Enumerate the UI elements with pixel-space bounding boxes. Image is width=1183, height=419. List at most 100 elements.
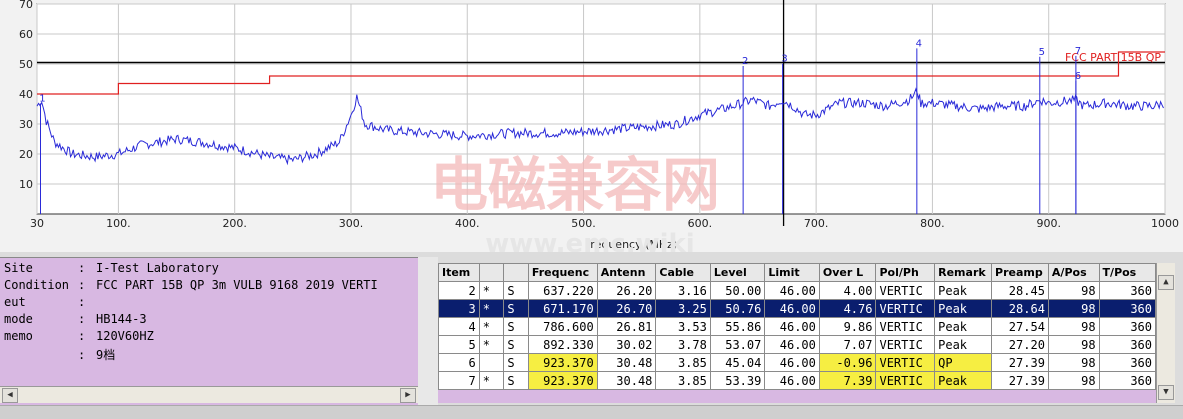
table-cell-remark: QP [934, 353, 993, 372]
table-cell-preamp: 27.39 [991, 371, 1049, 390]
column-header[interactable]: Antenn [596, 263, 657, 282]
marker-label: 5 [1039, 47, 1045, 58]
column-header[interactable]: Preamp [991, 263, 1049, 282]
x-tick-label: 1000 [1151, 217, 1179, 230]
table-cell-item: 5 [438, 335, 480, 354]
table-cell-remark: Peak [934, 281, 993, 300]
table-cell-mark: * [478, 281, 505, 300]
spectrum-plot-area: 70 60 50 40 30 20 10 30 100. 200. 300. 400. 500. 600.… [0, 0, 1183, 252]
table-header-row: Item Frequenc Antenn Cable Level Limit Over LP… [438, 263, 1157, 282]
column-header[interactable] [478, 263, 505, 282]
table-cell-limit: 46.00 [764, 281, 820, 300]
column-header[interactable]: T/Pos [1098, 263, 1157, 282]
column-header[interactable]: A/Pos [1047, 263, 1100, 282]
table-cell-item: 6 [438, 353, 480, 372]
table-cell-over: 7.07 [818, 335, 877, 354]
table-cell-over: -0.96 [818, 353, 877, 372]
table-cell-over: 4.00 [818, 281, 877, 300]
table-vertical-scrollbar[interactable]: ▲ ▼ [1156, 263, 1175, 403]
table-cell-ant: 26.81 [596, 317, 657, 336]
table-cell-remark: Peak [934, 317, 993, 336]
table-cell-over: 4.76 [818, 299, 877, 318]
column-header[interactable]: Over L [818, 263, 877, 282]
column-header[interactable]: Cable [655, 263, 711, 282]
scroll-left-icon[interactable]: ◀ [2, 388, 18, 403]
info-colon: : [78, 295, 86, 309]
table-cell-pol: VERTIC [875, 299, 936, 318]
y-tick-label: 40 [19, 88, 33, 101]
table-row[interactable]: 6 S 923.370 30.48 3.85 45.04 46.00 -0.96 VERTIC Q… [438, 353, 1157, 372]
table-cell-ant: 26.20 [596, 281, 657, 300]
watermark-en: www.emc.wiki [485, 229, 694, 252]
table-cell-level: 55.86 [709, 317, 766, 336]
panel-divider [418, 257, 438, 405]
table-cell-cable: 3.78 [655, 335, 711, 354]
info-value: I-Test Laboratory [96, 261, 219, 275]
table-cell-item: 2 [438, 281, 480, 300]
column-header[interactable] [503, 263, 529, 282]
table-cell-preamp: 27.54 [991, 317, 1049, 336]
table-cell-level: 45.04 [709, 353, 766, 372]
column-header[interactable]: Frequenc [527, 263, 598, 282]
y-tick-label: 60 [19, 28, 33, 41]
table-cell-apos: 98 [1047, 353, 1100, 372]
table-cell-cable: 3.16 [655, 281, 711, 300]
x-tick-label: 300. [339, 217, 364, 230]
column-header[interactable]: Pol/Ph [875, 263, 936, 282]
scroll-up-icon[interactable]: ▲ [1158, 275, 1174, 290]
table-cell-apos: 98 [1047, 335, 1100, 354]
table-cell-s: S [503, 317, 529, 336]
table-cell-over: 7.39 [818, 371, 877, 390]
table-row[interactable]: 7 * S 923.370 30.48 3.85 53.39 46.00 7.39 VERTIC P… [438, 371, 1157, 390]
table-row[interactable]: 3 * S 671.170 26.70 3.25 50.76 46.00 4.76 VERTIC P… [438, 299, 1157, 318]
info-value: 120V60HZ [96, 329, 154, 343]
table-cell-cable: 3.53 [655, 317, 711, 336]
info-key: eut [4, 295, 26, 309]
info-value: 9档 [96, 348, 116, 362]
column-header[interactable]: Limit [764, 263, 820, 282]
info-key: Condition [4, 278, 70, 292]
table-cell-pol: VERTIC [875, 317, 936, 336]
column-header[interactable]: Remark [934, 263, 993, 282]
table-cell-freq: 923.370 [527, 371, 598, 390]
scroll-right-icon[interactable]: ▶ [400, 388, 416, 403]
y-tick-label: 50 [19, 58, 33, 71]
table-cell-limit: 46.00 [764, 371, 820, 390]
info-colon: : [78, 348, 86, 362]
table-cell-apos: 98 [1047, 317, 1100, 336]
info-key: memo [4, 329, 33, 343]
x-tick-label: 900. [1036, 217, 1061, 230]
x-tick-label: 200. [222, 217, 247, 230]
table-row[interactable]: 4 * S 786.600 26.81 3.53 55.86 46.00 9.86 VERTIC P… [438, 317, 1157, 336]
marker-label: 3 [781, 54, 787, 65]
scroll-down-icon[interactable]: ▼ [1158, 385, 1174, 400]
table-cell-item: 4 [438, 317, 480, 336]
table-row[interactable]: 5 * S 892.330 30.02 3.78 53.07 46.00 7.07 VERTIC P… [438, 335, 1157, 354]
table-cell-tpos: 360 [1098, 371, 1157, 390]
table-cell-tpos: 360 [1098, 335, 1157, 354]
table-cell-mark: * [478, 335, 505, 354]
table-cell-limit: 46.00 [764, 299, 820, 318]
table-cell-limit: 46.00 [764, 317, 820, 336]
info-row: Site: I-Test Laboratory [4, 261, 219, 275]
table-cell-apos: 98 [1047, 371, 1100, 390]
y-tick-label: 70 [19, 0, 33, 11]
marker-label: 1 [39, 94, 45, 105]
table-cell-preamp: 28.45 [991, 281, 1049, 300]
table-row[interactable]: 2 * S 637.220 26.20 3.16 50.00 46.00 4.00 VERTIC P… [438, 281, 1157, 300]
table-cell-level: 50.76 [709, 299, 766, 318]
table-cell-over: 9.86 [818, 317, 877, 336]
table-cell-s: S [503, 281, 529, 300]
column-header[interactable]: Item [438, 263, 480, 282]
table-cell-s: S [503, 335, 529, 354]
table-cell-ant: 30.02 [596, 335, 657, 354]
info-row: memo:120V60HZ [4, 329, 154, 343]
info-horizontal-scrollbar[interactable]: ◀ ▶ [0, 386, 418, 403]
table-cell-s: S [503, 371, 529, 390]
table-cell-freq: 671.170 [527, 299, 598, 318]
table-cell-cable: 3.85 [655, 353, 711, 372]
column-header[interactable]: Level [709, 263, 766, 282]
table-cell-remark: Peak [934, 335, 993, 354]
info-key: mode [4, 312, 33, 326]
table-cell-pol: VERTIC [875, 371, 936, 390]
